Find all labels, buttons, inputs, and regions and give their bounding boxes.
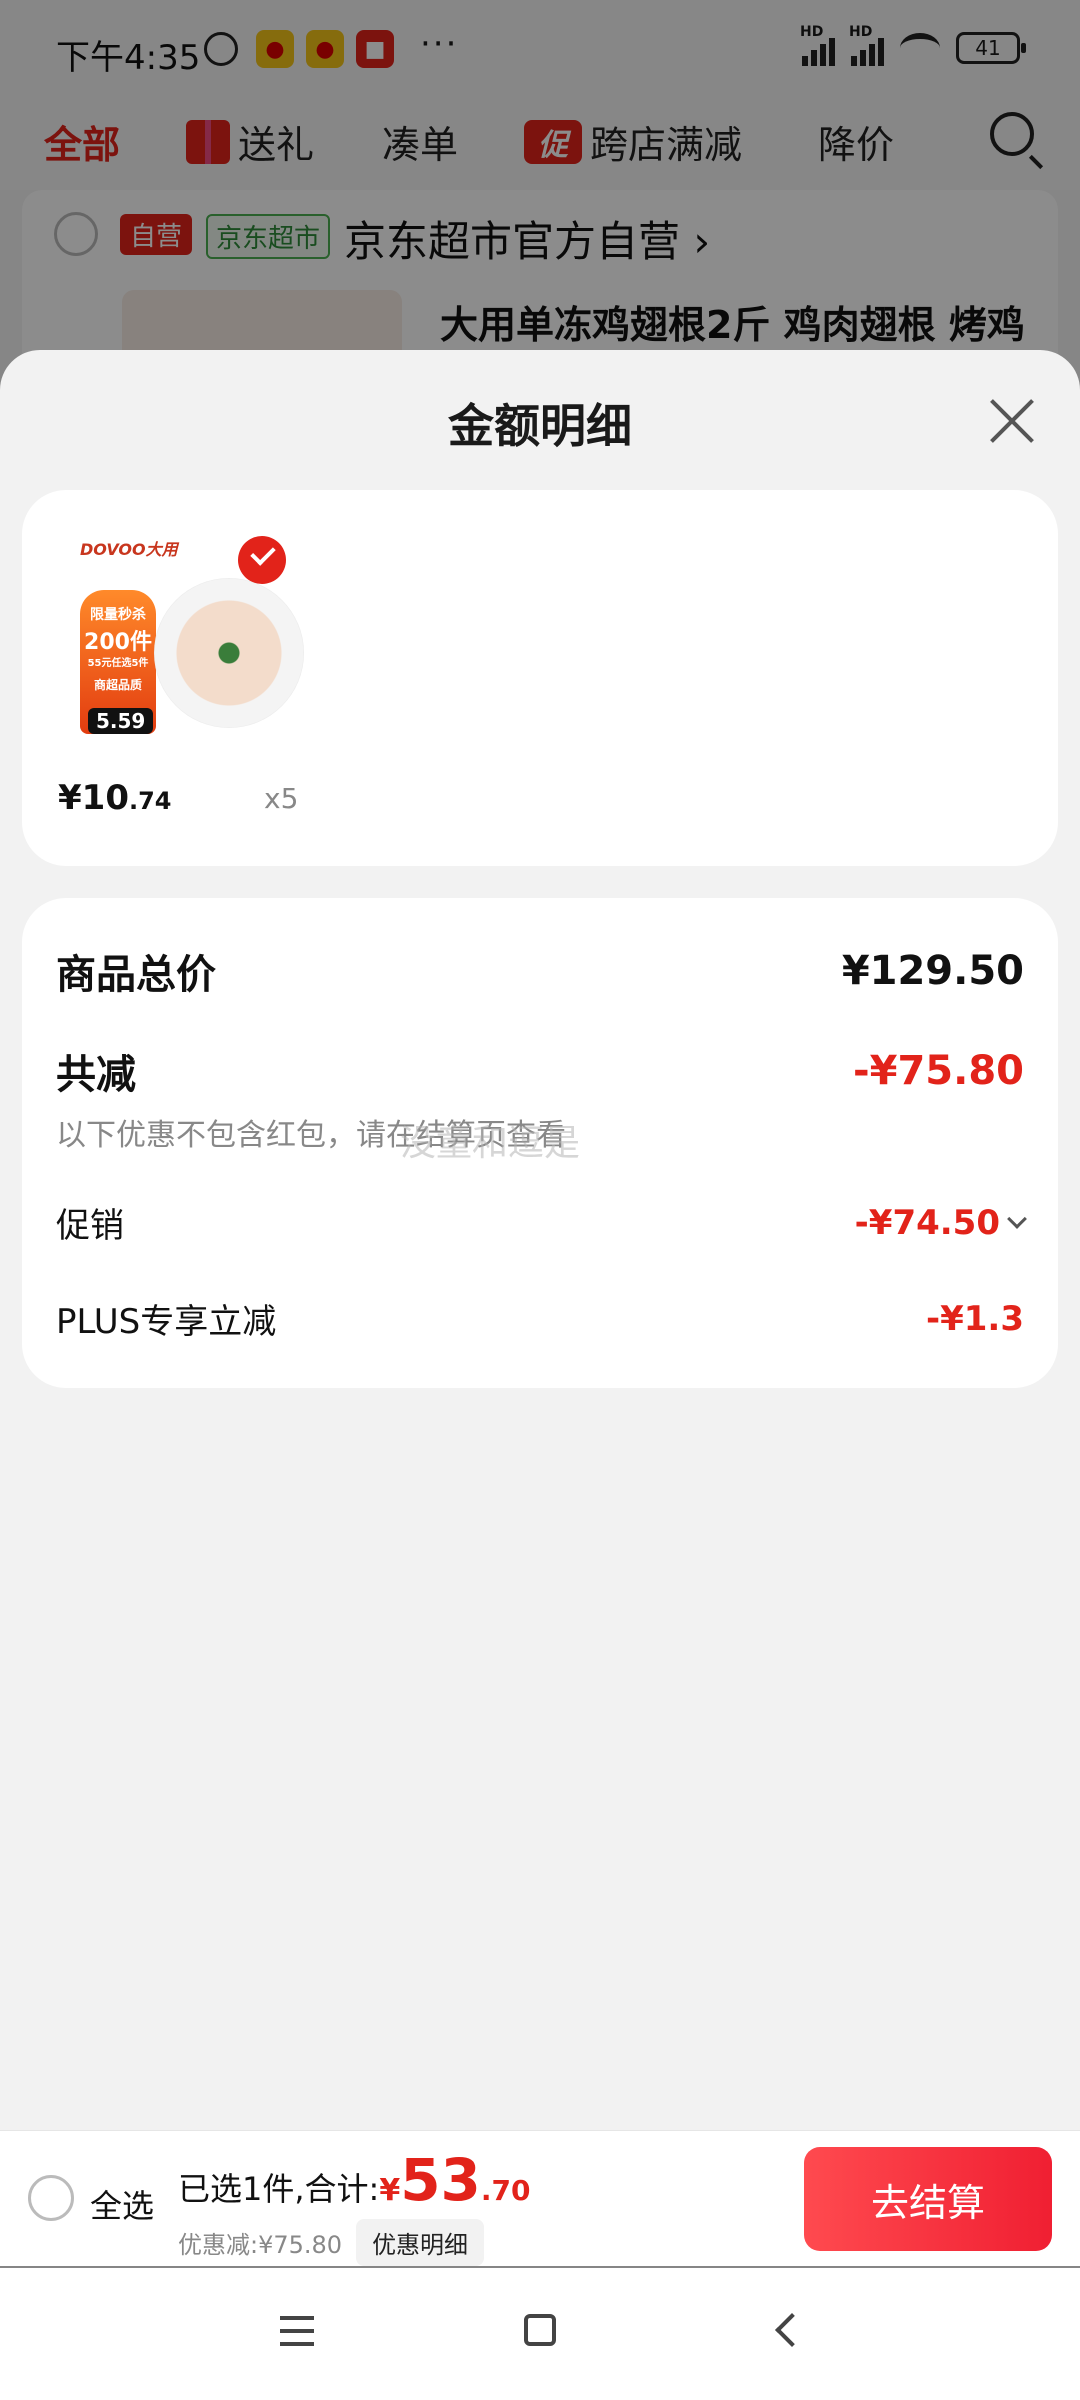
amount-detail-sheet: 金额明细 DOVOO大用 限量秒杀 200件 55元任选5件 商超品质 5.59… [0, 350, 1080, 2130]
menu-icon[interactable] [280, 2316, 314, 2346]
promo-value: -¥74.50 [855, 1203, 1027, 1243]
reduce-value: -¥75.80 [853, 1048, 1024, 1094]
flame-text: 限量秒杀 [90, 607, 146, 623]
system-nav-bar [0, 2268, 1080, 2400]
chevron-down-icon[interactable] [1007, 1208, 1027, 1229]
sheet-title: 金额明细 [448, 399, 632, 453]
select-all-radio[interactable] [28, 2175, 74, 2221]
item-price: ¥10.74 [58, 778, 172, 818]
total-label: 商品总价 [56, 952, 216, 998]
plus-label: PLUS专享立减 [56, 1302, 277, 1342]
total-amount: 53 [400, 2146, 481, 2214]
checkout-bar: 全选 已选1件,合计: ¥ 53 .70 优惠减:¥75.80 优惠明细 去结算 [0, 2130, 1080, 2266]
select-all-label[interactable]: 全选 [90, 2181, 154, 2227]
promo-row[interactable]: 促销 -¥74.50 [56, 1198, 1027, 1247]
image-price-tag: 5.59 [88, 708, 154, 734]
brand-logo: DOVOO大用 [80, 540, 178, 559]
flame-text: 200件 [84, 630, 152, 655]
watermark: 没童和逗是 [400, 1123, 581, 1164]
close-icon[interactable] [988, 396, 1036, 444]
discount-detail-button[interactable]: 优惠明细 [356, 2219, 485, 2266]
discount-line: 优惠减:¥75.80 优惠明细 [178, 2219, 485, 2266]
items-card: DOVOO大用 限量秒杀 200件 55元任选5件 商超品质 5.59 ¥10.… [22, 490, 1058, 866]
reduce-label: 共减 [56, 1052, 136, 1098]
flame-text: 55元任选5件 [87, 658, 149, 669]
reduce-row: 共减 -¥75.80 [56, 1042, 1024, 1100]
chicken-plate-image [154, 578, 304, 728]
checkout-button[interactable]: 去结算 [804, 2147, 1052, 2251]
plus-row: PLUS专享立减 -¥1.3 [56, 1294, 1024, 1343]
selected-summary: 已选1件,合计: ¥ 53 .70 [178, 2146, 531, 2214]
item-quantity: x5 [264, 782, 299, 815]
flame-text: 商超品质 [93, 678, 142, 692]
total-value: ¥129.50 [841, 948, 1024, 994]
total-row: 商品总价 ¥129.50 [56, 942, 1024, 1000]
promo-label: 促销 [56, 1206, 124, 1246]
home-icon[interactable] [524, 2314, 556, 2346]
check-icon [238, 536, 286, 584]
plus-value: -¥1.3 [926, 1298, 1024, 1339]
back-icon[interactable] [775, 2313, 809, 2347]
